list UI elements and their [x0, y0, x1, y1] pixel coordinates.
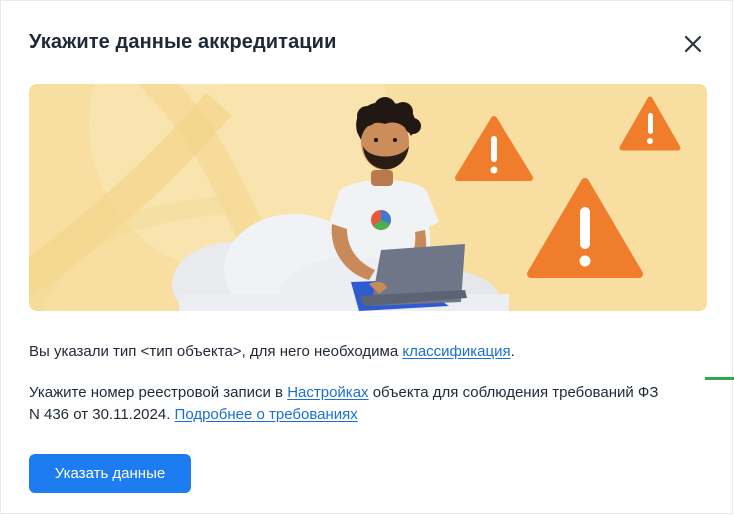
settings-link[interactable]: Настройках: [287, 384, 368, 401]
classification-link[interactable]: классификация: [402, 343, 510, 360]
requirements-link[interactable]: Подробнее о требованиях: [175, 406, 358, 423]
registry-message: Укажите номер реестровой записи в Настро…: [29, 382, 669, 426]
submit-data-button[interactable]: Указать данные: [29, 454, 191, 493]
message-text: Вы указали тип <тип объекта>, для него н…: [29, 343, 403, 360]
illustration-banner: [29, 84, 707, 311]
person-with-laptop-illustration: [29, 84, 707, 311]
classification-message: Вы указали тип <тип объекта>, для него н…: [29, 342, 515, 362]
message-text: .: [510, 343, 515, 360]
close-icon: [684, 35, 702, 53]
accreditation-dialog: Укажите данные аккредитации Вы указали т…: [0, 0, 734, 514]
message-text: Укажите номер реестровой записи в: [29, 384, 288, 401]
dialog-title: Укажите данные аккредитации: [29, 31, 337, 53]
status-indicator: [705, 377, 734, 380]
close-button[interactable]: [679, 31, 707, 57]
